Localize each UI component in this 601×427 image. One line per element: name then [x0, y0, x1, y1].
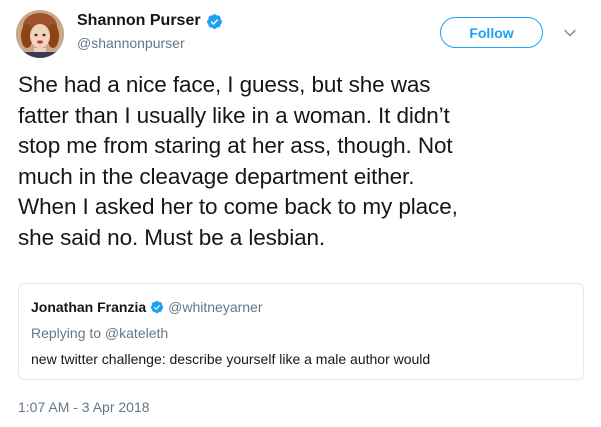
quoted-replying-to: Replying to @kateleth [31, 325, 169, 341]
verified-badge-icon [206, 13, 222, 29]
quoted-tweet-header: Jonathan Franzia @whitneyarner [31, 299, 263, 315]
tweet-line: fatter than I usually like in a woman. I… [18, 102, 450, 128]
author-display-name[interactable]: Shannon Purser [77, 12, 223, 30]
chevron-down-icon[interactable] [563, 26, 577, 40]
avatar[interactable] [16, 10, 64, 58]
tweet-card: Shannon Purser @shannonpurser Follow She… [0, 0, 601, 427]
quoted-tweet-text: new twitter challenge: describe yourself… [31, 351, 431, 367]
author-handle[interactable]: @shannonpurser [77, 35, 185, 51]
follow-button[interactable]: Follow [440, 17, 543, 48]
tweet-line: When I asked her to come back to my plac… [18, 194, 458, 219]
quoted-tweet[interactable]: Jonathan Franzia @whitneyarner Replying … [18, 283, 584, 380]
tweet-text: She had a nice face, I guess, but she wa… [18, 70, 588, 253]
author-name-text[interactable]: Shannon Purser [77, 12, 201, 30]
tweet-line: much in the cleavage department either. [18, 163, 415, 189]
quoted-author-handle: @whitneyarner [168, 299, 263, 315]
tweet-timestamp[interactable]: 1:07 AM - 3 Apr 2018 [18, 399, 150, 415]
tweet-line: stop me from staring at her ass, though.… [18, 133, 453, 158]
verified-badge-icon [151, 300, 164, 314]
tweet-line: she said no. Must be a lesbian. [18, 224, 326, 250]
quoted-author-name: Jonathan Franzia [31, 299, 147, 315]
tweet-line: She had a nice face, I guess, but she wa… [18, 72, 431, 97]
avatar-image [16, 10, 64, 58]
